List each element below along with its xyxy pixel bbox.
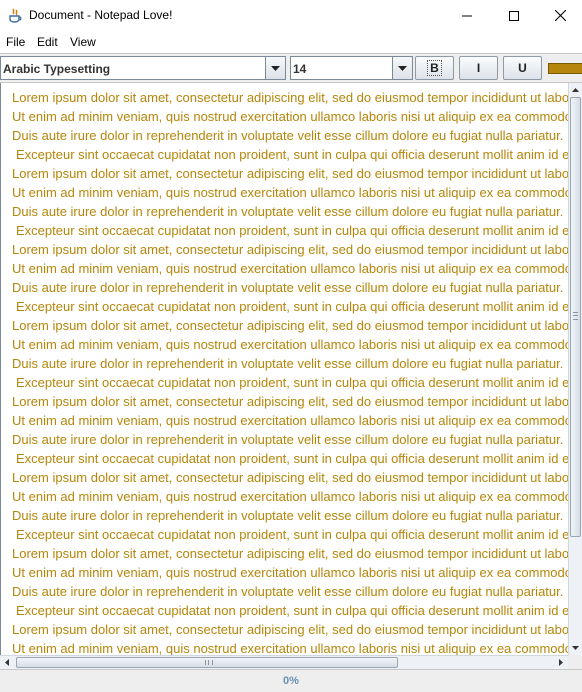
menu-edit[interactable]: Edit	[37, 35, 58, 49]
text-line: Excepteur sint occaecat cupidatat non pr…	[16, 451, 568, 466]
italic-button[interactable]: I	[459, 56, 498, 80]
scroll-corner	[568, 655, 582, 669]
scroll-left-button[interactable]	[0, 656, 14, 669]
text-line: Duis aute irure dolor in reprehenderit i…	[12, 280, 564, 295]
text-line: Duis aute irure dolor in reprehenderit i…	[12, 584, 564, 599]
text-line: Lorem ipsum dolor sit amet, consectetur …	[12, 318, 568, 333]
font-size-select[interactable]: 14	[290, 56, 413, 80]
grip-icon	[205, 660, 213, 665]
text-line: Ut enim ad minim veniam, quis nostrud ex…	[12, 261, 568, 276]
menu-file[interactable]: File	[6, 35, 25, 49]
text-line: Ut enim ad minim veniam, quis nostrud ex…	[12, 109, 568, 124]
text-line: Duis aute irure dolor in reprehenderit i…	[12, 508, 564, 523]
text-line: Lorem ipsum dolor sit amet, consectetur …	[12, 90, 568, 105]
text-line: Ut enim ad minim veniam, quis nostrud ex…	[12, 565, 568, 580]
vertical-scrollbar[interactable]	[568, 83, 582, 655]
bold-label: B	[427, 60, 442, 76]
maximize-button[interactable]	[491, 0, 537, 31]
text-line: Excepteur sint occaecat cupidatat non pr…	[16, 147, 568, 162]
document-text[interactable]: Lorem ipsum dolor sit amet, consectetur …	[12, 88, 568, 655]
text-line: Duis aute irure dolor in reprehenderit i…	[12, 204, 564, 219]
chevron-down-icon[interactable]	[265, 57, 285, 79]
grip-icon	[573, 312, 578, 320]
underline-button[interactable]: U	[503, 56, 542, 80]
java-app-icon	[8, 8, 22, 23]
text-line: Lorem ipsum dolor sit amet, consectetur …	[12, 622, 568, 637]
text-line: Excepteur sint occaecat cupidatat non pr…	[16, 527, 568, 542]
text-line: Ut enim ad minim veniam, quis nostrud ex…	[12, 489, 568, 504]
text-line: Ut enim ad minim veniam, quis nostrud ex…	[12, 641, 568, 655]
text-line: Excepteur sint occaecat cupidatat non pr…	[16, 375, 568, 390]
close-button[interactable]	[537, 0, 582, 31]
scroll-right-button[interactable]	[554, 656, 568, 669]
chevron-down-icon[interactable]	[392, 57, 412, 79]
text-line: Ut enim ad minim veniam, quis nostrud ex…	[12, 337, 568, 352]
text-line: Ut enim ad minim veniam, quis nostrud ex…	[12, 185, 568, 200]
text-line: Excepteur sint occaecat cupidatat non pr…	[16, 223, 568, 238]
text-line: Lorem ipsum dolor sit amet, consectetur …	[12, 470, 568, 485]
bold-button[interactable]: B	[415, 56, 454, 80]
minimize-button[interactable]	[444, 0, 490, 31]
title-bar: Document - Notepad Love!	[0, 0, 582, 31]
scroll-up-button[interactable]	[569, 83, 582, 97]
text-line: Lorem ipsum dolor sit amet, consectetur …	[12, 242, 568, 257]
text-editor[interactable]: Lorem ipsum dolor sit amet, consectetur …	[0, 83, 568, 655]
menu-view[interactable]: View	[70, 35, 96, 49]
progress-status: 0%	[283, 675, 299, 687]
horizontal-scroll-thumb[interactable]	[16, 657, 398, 668]
font-family-select[interactable]: Arabic Typesetting	[0, 56, 286, 80]
text-line: Duis aute irure dolor in reprehenderit i…	[12, 128, 564, 143]
text-line: Lorem ipsum dolor sit amet, consectetur …	[12, 546, 568, 561]
text-line: Excepteur sint occaecat cupidatat non pr…	[16, 299, 568, 314]
window-title: Document - Notepad Love!	[29, 8, 173, 22]
menu-bar: File Edit View	[0, 31, 582, 53]
font-family-value: Arabic Typesetting	[3, 62, 111, 76]
text-line: Ut enim ad minim veniam, quis nostrud ex…	[12, 413, 568, 428]
vertical-scroll-thumb[interactable]	[570, 97, 581, 537]
formatting-toolbar: Arabic Typesetting 14 B I U	[0, 53, 582, 83]
text-line: Lorem ipsum dolor sit amet, consectetur …	[12, 166, 568, 181]
text-line: Duis aute irure dolor in reprehenderit i…	[12, 356, 564, 371]
text-line: Duis aute irure dolor in reprehenderit i…	[12, 432, 564, 447]
text-line: Excepteur sint occaecat cupidatat non pr…	[16, 603, 568, 618]
text-color-button[interactable]	[548, 63, 582, 74]
scroll-down-button[interactable]	[569, 641, 582, 655]
status-bar: 0%	[0, 669, 582, 692]
font-size-value: 14	[293, 62, 307, 76]
text-line: Lorem ipsum dolor sit amet, consectetur …	[12, 394, 568, 409]
horizontal-scrollbar[interactable]	[0, 655, 568, 669]
